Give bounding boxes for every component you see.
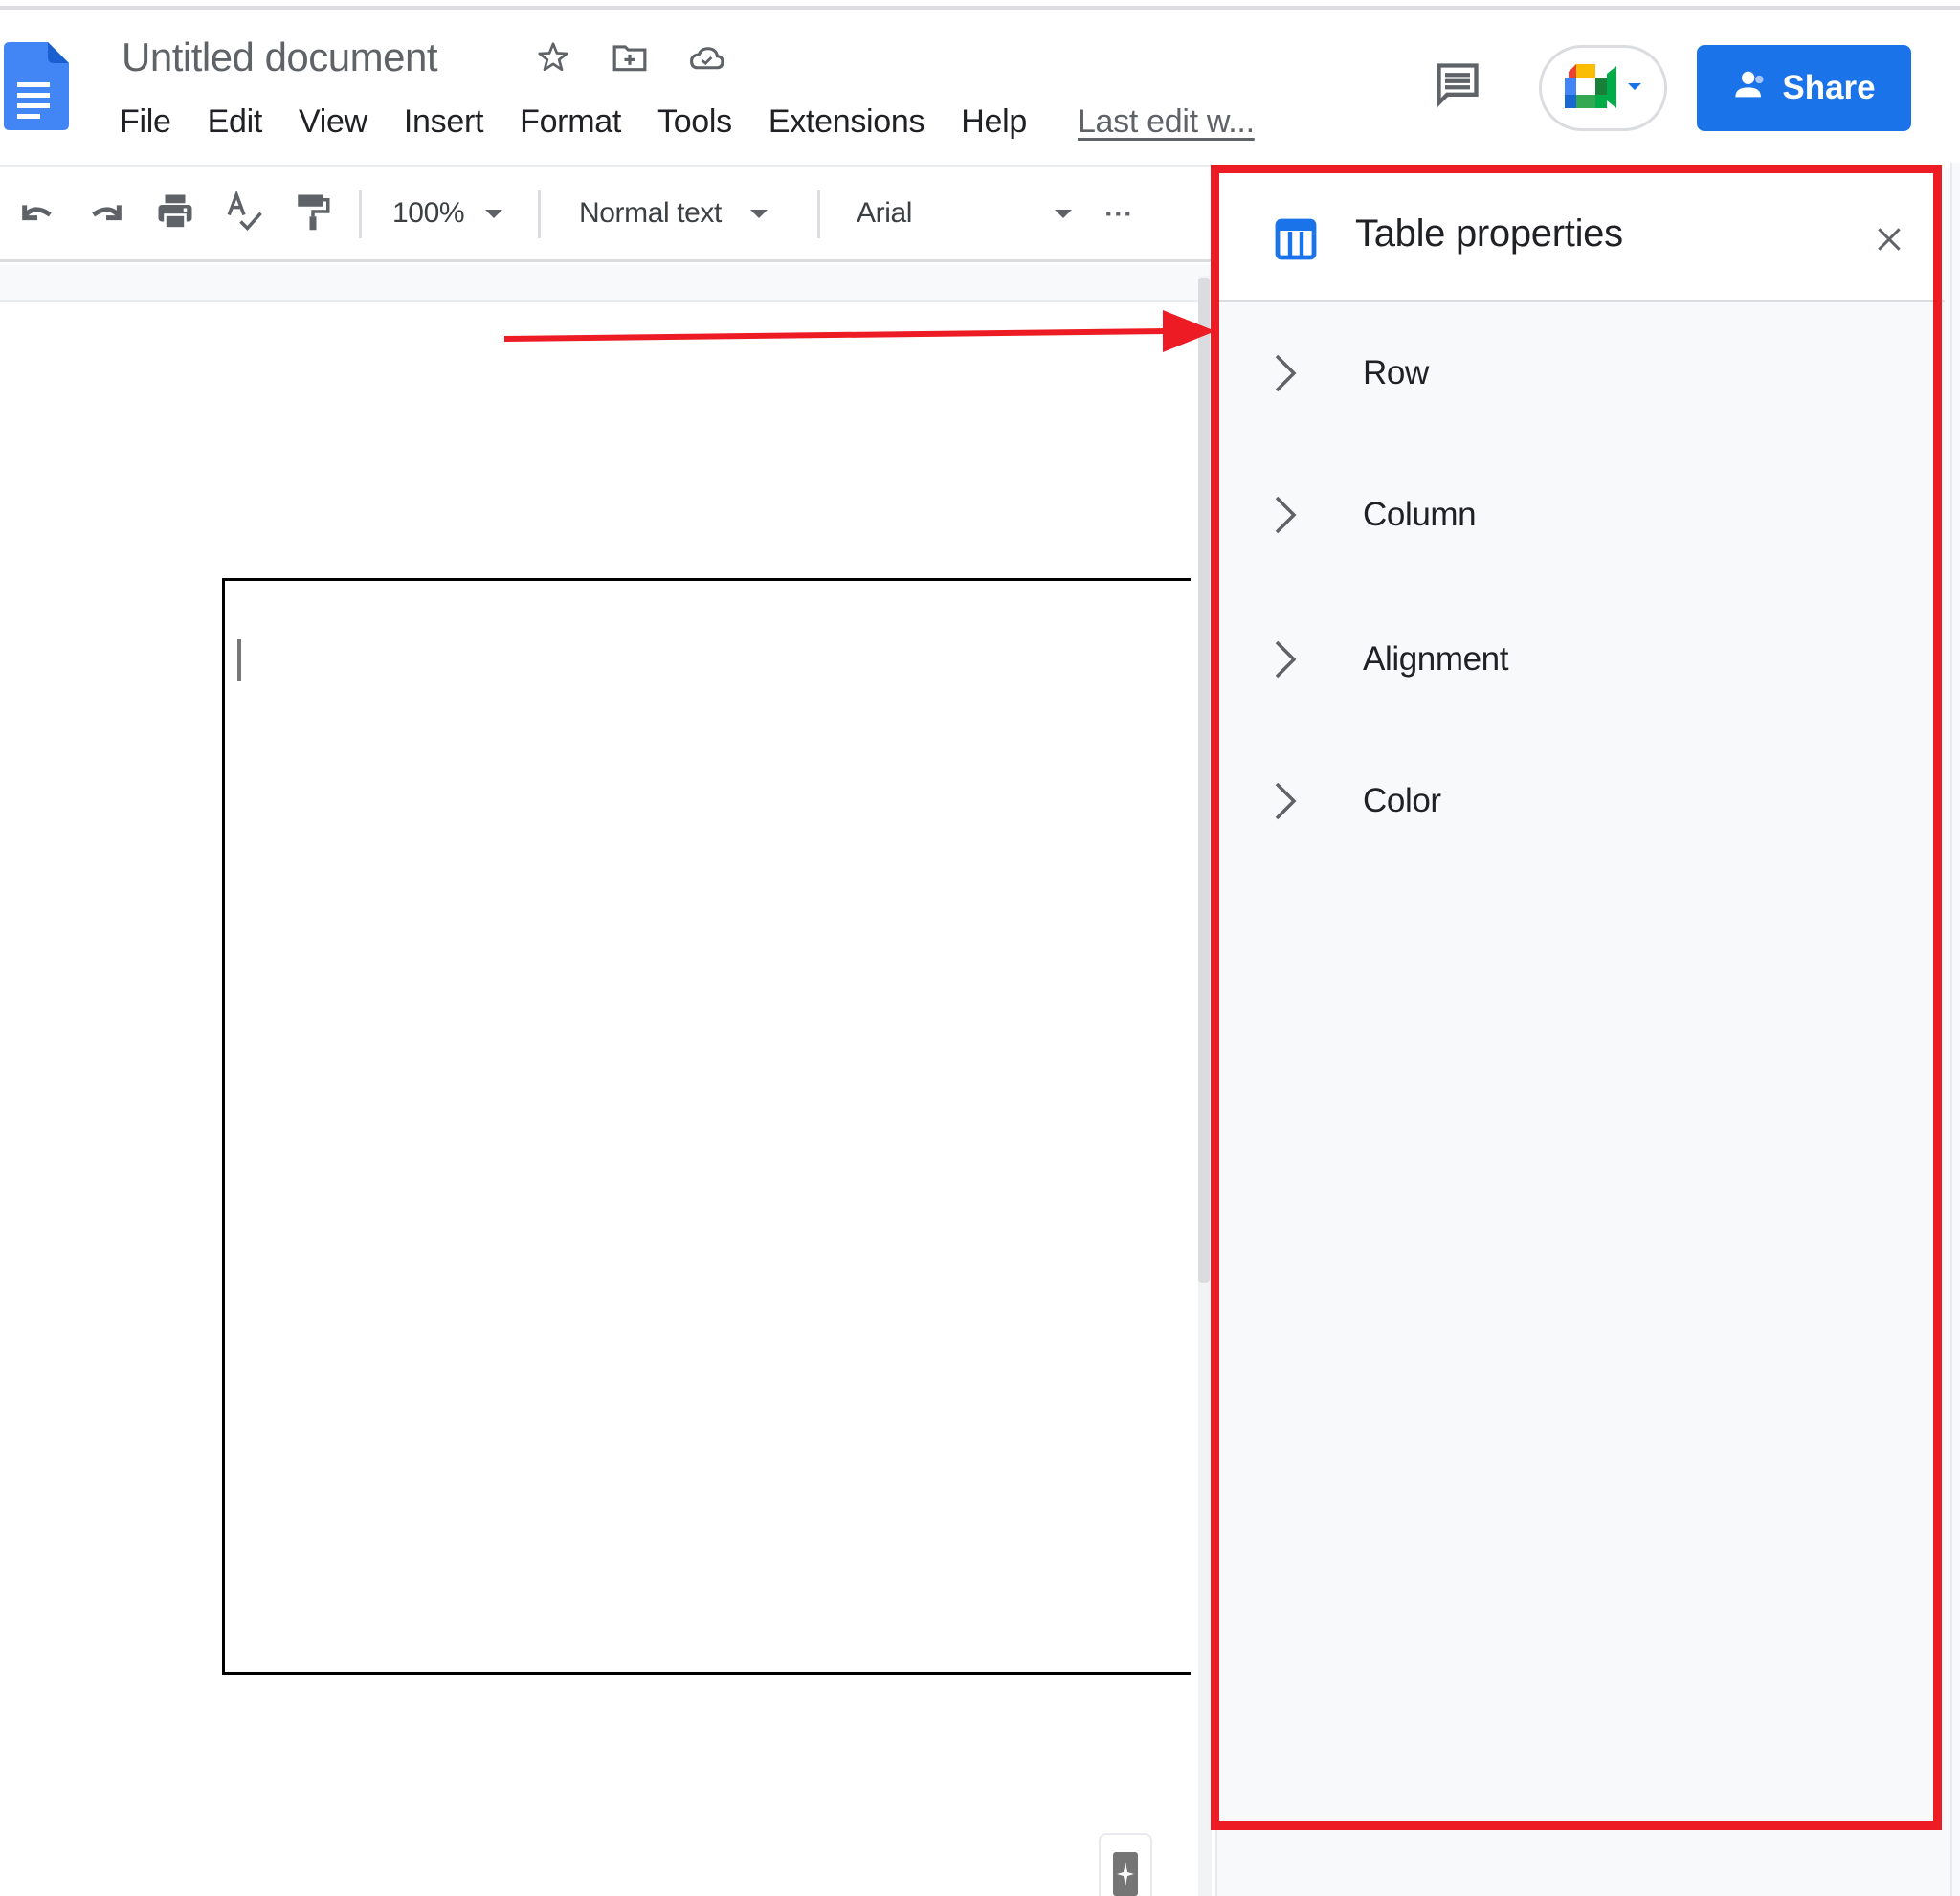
zoom-select[interactable]: 100% — [392, 189, 526, 238]
comment-history-icon — [1433, 59, 1482, 114]
google-meet-icon — [1563, 62, 1620, 115]
ruler-area — [0, 264, 1211, 302]
scrollbar-thumb[interactable] — [1198, 278, 1210, 1283]
share-button[interactable]: Share — [1697, 45, 1911, 131]
paint-format-icon — [293, 191, 333, 236]
panel-header: Table properties — [1217, 168, 1945, 302]
chevron-right-icon — [1275, 354, 1297, 392]
google-docs-logo-icon[interactable] — [4, 42, 69, 130]
chevron-down-icon — [1626, 79, 1643, 97]
window-top-border — [0, 6, 1960, 10]
chevron-down-icon — [1055, 209, 1072, 218]
cloud-saved-icon[interactable] — [687, 38, 725, 77]
paragraph-style-value: Normal text — [579, 197, 722, 229]
explore-button[interactable] — [1099, 1833, 1152, 1896]
menu-tools[interactable]: Tools — [657, 103, 732, 141]
chevron-down-icon — [485, 209, 503, 218]
print-button[interactable] — [151, 189, 199, 238]
paragraph-style-select[interactable]: Normal text — [579, 189, 799, 238]
toolbar-divider — [817, 190, 820, 238]
redo-icon — [87, 197, 125, 231]
move-to-folder-icon[interactable] — [611, 38, 649, 77]
panel-right-edge — [1950, 163, 1960, 1896]
last-edit-link[interactable]: Last edit w... — [1078, 103, 1255, 141]
section-color[interactable]: Color — [1217, 753, 1945, 849]
section-row[interactable]: Row — [1217, 325, 1945, 421]
zoom-value: 100% — [392, 197, 465, 229]
menu-bar: File Edit View Insert Format Tools Exten… — [120, 103, 1255, 141]
print-icon — [155, 191, 195, 236]
menu-help[interactable]: Help — [961, 103, 1027, 141]
font-family-value: Arial — [857, 197, 913, 229]
paint-format-button[interactable] — [289, 189, 337, 238]
document-title[interactable]: Untitled document — [122, 34, 438, 80]
chevron-right-icon — [1275, 782, 1297, 820]
table-properties-panel: Table properties Row Column Alignment Co… — [1215, 168, 1960, 1896]
chevron-right-icon — [1275, 496, 1297, 534]
undo-icon — [18, 197, 56, 231]
menu-extensions[interactable]: Extensions — [768, 103, 925, 141]
redo-button[interactable] — [82, 189, 130, 238]
menu-view[interactable]: View — [299, 103, 368, 141]
toolbar-divider — [538, 190, 541, 238]
spellcheck-button[interactable] — [220, 189, 268, 238]
menu-format[interactable]: Format — [520, 103, 621, 141]
star-icon[interactable] — [534, 38, 572, 77]
share-label: Share — [1782, 69, 1876, 106]
explore-sparkle-icon — [1113, 1852, 1138, 1896]
section-alignment-label: Alignment — [1363, 640, 1509, 678]
menu-file[interactable]: File — [120, 103, 171, 141]
document-table[interactable] — [222, 578, 1191, 1675]
more-tools-button[interactable]: ⋯ — [1097, 189, 1139, 238]
section-column[interactable]: Column — [1217, 467, 1945, 563]
toolbar-divider — [359, 190, 362, 238]
font-family-select[interactable]: Arial — [857, 189, 1072, 238]
comment-history-button[interactable] — [1426, 57, 1489, 115]
menu-edit[interactable]: Edit — [208, 103, 263, 141]
section-row-label: Row — [1363, 354, 1429, 391]
section-alignment[interactable]: Alignment — [1217, 612, 1945, 707]
text-cursor — [237, 639, 241, 681]
more-horiz-icon: ⋯ — [1103, 197, 1132, 230]
chevron-down-icon — [749, 209, 768, 218]
panel-title: Table properties — [1355, 212, 1623, 255]
formatting-toolbar: 100% Normal text Arial ⋯ — [0, 165, 1211, 262]
section-color-label: Color — [1363, 782, 1441, 819]
table-icon — [1273, 216, 1319, 262]
spellcheck-icon — [224, 190, 264, 236]
chevron-right-icon — [1275, 640, 1297, 679]
menu-insert[interactable]: Insert — [404, 103, 484, 141]
meet-button[interactable] — [1539, 45, 1667, 131]
person-add-icon — [1732, 65, 1771, 112]
section-column-label: Column — [1363, 496, 1477, 533]
close-icon[interactable] — [1868, 218, 1910, 260]
undo-button[interactable] — [13, 189, 61, 238]
